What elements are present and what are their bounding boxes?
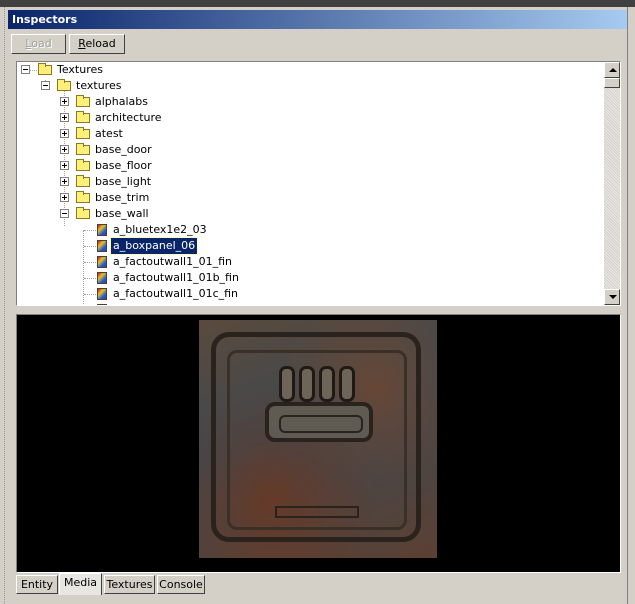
tab-media[interactable]: Media [59,573,102,595]
expand-icon[interactable] [60,129,69,138]
tree-file-a-boxpanel-06[interactable]: a_boxpanel_06 [17,237,417,255]
texture-icon [97,272,107,284]
tree-folder-base-wall[interactable]: base_wall [17,206,417,222]
tree-folder-atest[interactable]: atest [17,126,417,142]
right-edge [627,7,635,604]
tree-node-root[interactable]: Textures [17,62,417,78]
texture-tree[interactable]: Textures textures alphalabs architecture [16,61,621,306]
tree-folder-base-door[interactable]: base_door [17,142,417,158]
inspectors-window: Inspectors Load Reload Textures textures [8,10,627,600]
folder-open-icon [38,63,52,75]
folder-icon [76,111,90,123]
expand-icon[interactable] [60,161,69,170]
tree-folder-base-trim[interactable]: base_trim [17,190,417,206]
folder-icon [76,191,90,203]
tree-file-a-factoutwall1-01b-fin[interactable]: a_factoutwall1_01b_fin [17,270,417,286]
tab-textures[interactable]: Textures [104,575,155,594]
texture-icon [97,288,107,300]
folder-icon [76,175,90,187]
expand-icon[interactable] [60,113,69,122]
texture-icon [97,224,107,236]
expand-icon[interactable] [60,193,69,202]
tree-folder-base-light[interactable]: base_light [17,174,417,190]
tree-node-textures[interactable]: textures [17,78,417,94]
texture-preview-panel [16,314,621,573]
left-splitter[interactable] [0,7,5,604]
tree-file-a-bluetex1e2-03[interactable]: a_bluetex1e2_03 [17,222,417,238]
scroll-down-button[interactable] [604,289,620,305]
expand-icon[interactable] [60,145,69,154]
scroll-thumb[interactable] [604,78,620,88]
tree-folder-architecture[interactable]: architecture [17,110,417,126]
folder-icon [76,159,90,171]
tree-file-partial[interactable] [17,302,417,305]
texture-icon [97,304,107,305]
folder-icon [76,95,90,107]
scroll-up-button[interactable] [604,62,620,78]
texture-icon [97,256,107,268]
expand-icon[interactable] [60,177,69,186]
tree-vertical-scrollbar[interactable] [604,62,620,305]
arrow-down-icon [609,295,617,299]
tab-console[interactable]: Console [157,575,205,594]
tree-file-a-factoutwall1-01c-fin[interactable]: a_factoutwall1_01c_fin [17,286,417,302]
tree-file-a-factoutwall1-01-fin[interactable]: a_factoutwall1_01_fin [17,254,417,270]
tree-folder-alphalabs[interactable]: alphalabs [17,94,417,110]
tab-entity[interactable]: Entity [16,575,58,594]
collapse-icon[interactable] [60,209,69,218]
tree-folder-base-floor[interactable]: base_floor [17,158,417,174]
load-button[interactable]: Load [11,34,66,54]
collapse-icon[interactable] [41,81,50,90]
top-edge [0,0,635,7]
folder-icon [76,143,90,155]
folder-open-icon [57,79,71,91]
reload-button[interactable]: Reload [69,34,125,54]
expand-icon[interactable] [60,97,69,106]
texture-preview-image [199,320,437,558]
arrow-up-icon [609,68,617,72]
folder-icon [76,127,90,139]
texture-icon [97,240,107,252]
collapse-icon[interactable] [21,65,30,74]
folder-open-icon [76,207,90,219]
window-title: Inspectors [8,10,627,29]
